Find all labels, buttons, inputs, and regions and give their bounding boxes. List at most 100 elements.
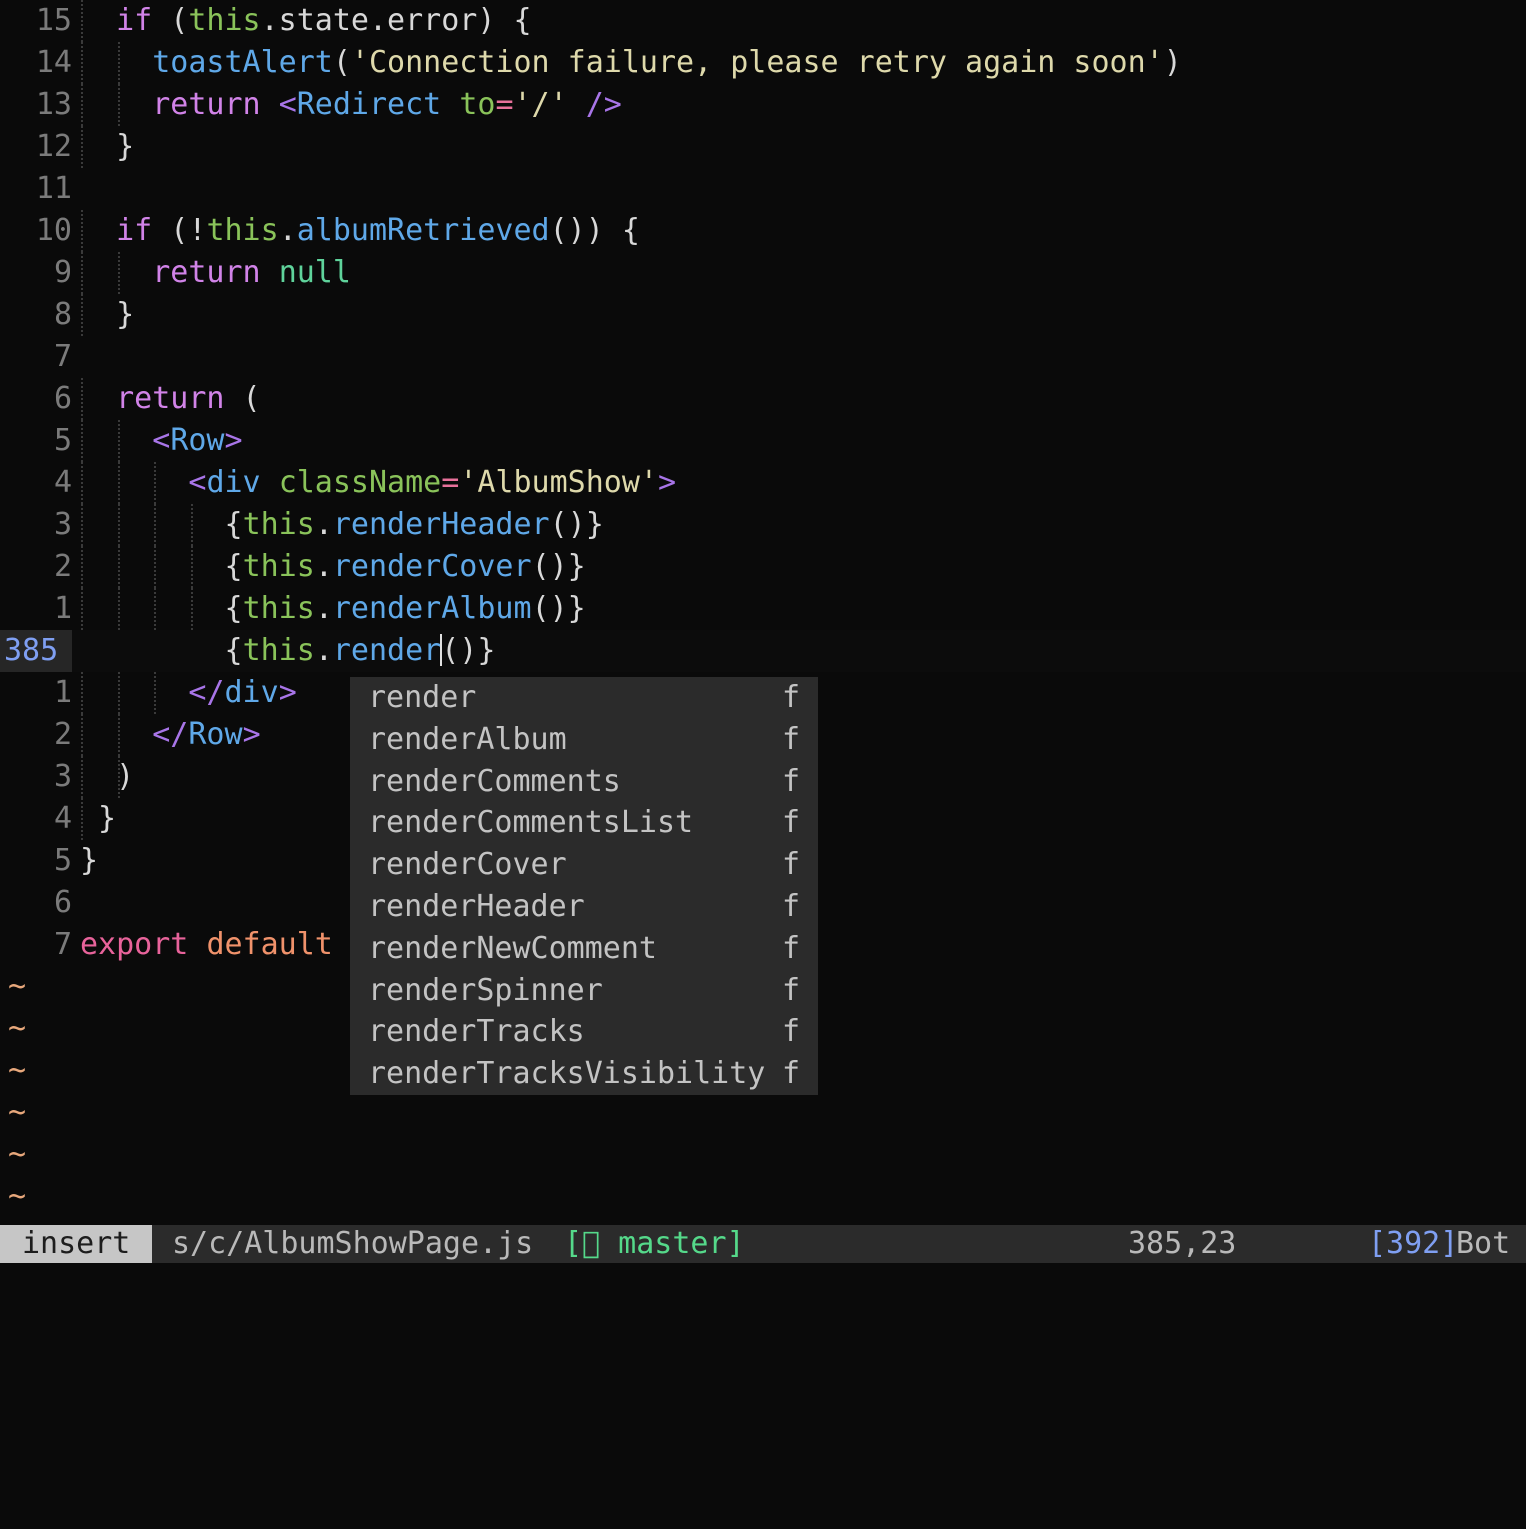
token: if xyxy=(116,3,153,38)
token: . xyxy=(314,549,333,584)
token: if xyxy=(116,213,153,248)
code-text: return <Redirect to='/' /> xyxy=(80,84,622,126)
tilde-marker: ~ xyxy=(8,1095,27,1130)
code-line[interactable]: 2 {this.renderCover()} xyxy=(0,546,1526,588)
code-text: if (!this.albumRetrieved()) { xyxy=(80,210,640,252)
token: renderHeader xyxy=(332,507,550,542)
code-line[interactable]: 14 toastAlert('Connection failure, pleas… xyxy=(0,42,1526,84)
completion-item[interactable]: renderAlbum f xyxy=(350,719,818,761)
status-scroll-position: Bot xyxy=(1456,1226,1511,1261)
token: ()} xyxy=(441,633,496,668)
token: </ xyxy=(152,717,189,752)
code-text: } xyxy=(80,840,98,882)
code-text: <div className='AlbumShow'> xyxy=(80,462,676,504)
completion-item[interactable]: renderNewComment f xyxy=(350,928,818,970)
completion-item-label: renderNewComment xyxy=(368,930,657,966)
token: renderCover xyxy=(332,549,532,584)
code-line[interactable]: 1 {this.renderAlbum()} xyxy=(0,588,1526,630)
token: > xyxy=(658,465,677,500)
command-line-area xyxy=(0,1263,1526,1300)
completion-item[interactable]: renderCover f xyxy=(350,844,818,886)
line-number: 13 xyxy=(35,87,72,122)
token: to xyxy=(459,87,496,122)
token: ()} xyxy=(531,549,586,584)
status-total-lines: [392] xyxy=(1368,1226,1459,1261)
token: < xyxy=(278,87,297,122)
line-number: 5 xyxy=(53,423,72,458)
code-line[interactable]: 9 return null xyxy=(0,252,1526,294)
line-number: 10 xyxy=(35,213,72,248)
tilde-marker: ~ xyxy=(8,1179,27,1214)
token: Row xyxy=(170,423,225,458)
token: ()) { xyxy=(549,213,640,248)
completion-item[interactable]: render f xyxy=(350,677,818,719)
code-line[interactable]: 7 xyxy=(0,336,1526,378)
completion-item[interactable]: renderSpinner f xyxy=(350,970,818,1012)
line-number: 3 xyxy=(53,507,72,542)
token: } xyxy=(80,843,99,878)
code-line[interactable]: 6 return ( xyxy=(0,378,1526,420)
completion-item[interactable]: renderComments f xyxy=(350,761,818,803)
code-line[interactable]: 13 return <Redirect to='/' /> xyxy=(0,84,1526,126)
line-number: 8 xyxy=(53,297,72,332)
completion-item[interactable]: renderTracks f xyxy=(350,1011,818,1053)
code-text: return ( xyxy=(80,378,261,420)
code-text: } xyxy=(80,126,134,168)
code-line[interactable]: 3 {this.renderHeader()} xyxy=(0,504,1526,546)
completion-item-kind: f xyxy=(782,763,801,799)
status-line: insert s/c/AlbumShowPage.js [ master] 3… xyxy=(0,1225,1526,1263)
token: = xyxy=(441,465,460,500)
token: renderAlbum xyxy=(332,591,532,626)
token: .state.error) { xyxy=(260,3,532,38)
token: ) xyxy=(80,759,135,794)
token: Row xyxy=(188,717,243,752)
code-text: ) xyxy=(80,756,134,798)
line-number: 5 xyxy=(53,843,72,878)
completion-item[interactable]: renderTracksVisibility f xyxy=(350,1053,818,1095)
code-text: {this.renderCover()} xyxy=(80,546,586,588)
code-line[interactable]: 10 if (!this.albumRetrieved()) { xyxy=(0,210,1526,252)
status-filename: s/c/AlbumShowPage.js xyxy=(172,1226,534,1261)
code-line[interactable]: 11 xyxy=(0,168,1526,210)
empty-line-row: ~ xyxy=(0,1134,1526,1176)
token: this xyxy=(188,3,261,38)
code-line[interactable]: 5 <Row> xyxy=(0,420,1526,462)
line-number: 3 xyxy=(53,759,72,794)
code-line[interactable]: 12 } xyxy=(0,126,1526,168)
tilde-marker: ~ xyxy=(8,1011,27,1046)
line-number: 2 xyxy=(53,717,72,752)
completion-item[interactable]: renderHeader f xyxy=(350,886,818,928)
line-number: 4 xyxy=(53,465,72,500)
code-line-current[interactable]: 385 {this.render()} xyxy=(0,630,1526,672)
token: ( xyxy=(224,381,261,416)
token: < xyxy=(152,423,171,458)
code-line[interactable]: 15 if (this.state.error) { xyxy=(0,0,1526,42)
completion-item-label: render xyxy=(368,680,477,715)
completion-popup[interactable]: render f renderAlbum f renderComments f render… xyxy=(350,677,818,1095)
code-line[interactable]: 8 } xyxy=(0,294,1526,336)
token: export xyxy=(80,927,189,962)
token: /> xyxy=(585,87,622,122)
code-text: {this.renderAlbum()} xyxy=(80,588,585,630)
token: . xyxy=(314,633,333,668)
token: className xyxy=(278,465,442,500)
tilde-marker: ~ xyxy=(8,969,27,1004)
token: . xyxy=(314,591,333,626)
completion-item-label: renderComments xyxy=(368,763,621,799)
token: this xyxy=(242,591,315,626)
code-text: {this.render()} xyxy=(80,630,495,672)
token: . xyxy=(314,507,333,542)
token: this xyxy=(242,549,315,584)
completion-item[interactable]: renderCommentsList f xyxy=(350,802,818,844)
token: '/' xyxy=(513,87,568,122)
completion-item-label: renderSpinner xyxy=(368,972,603,1008)
code-line[interactable]: 4 <div className='AlbumShow'> xyxy=(0,462,1526,504)
